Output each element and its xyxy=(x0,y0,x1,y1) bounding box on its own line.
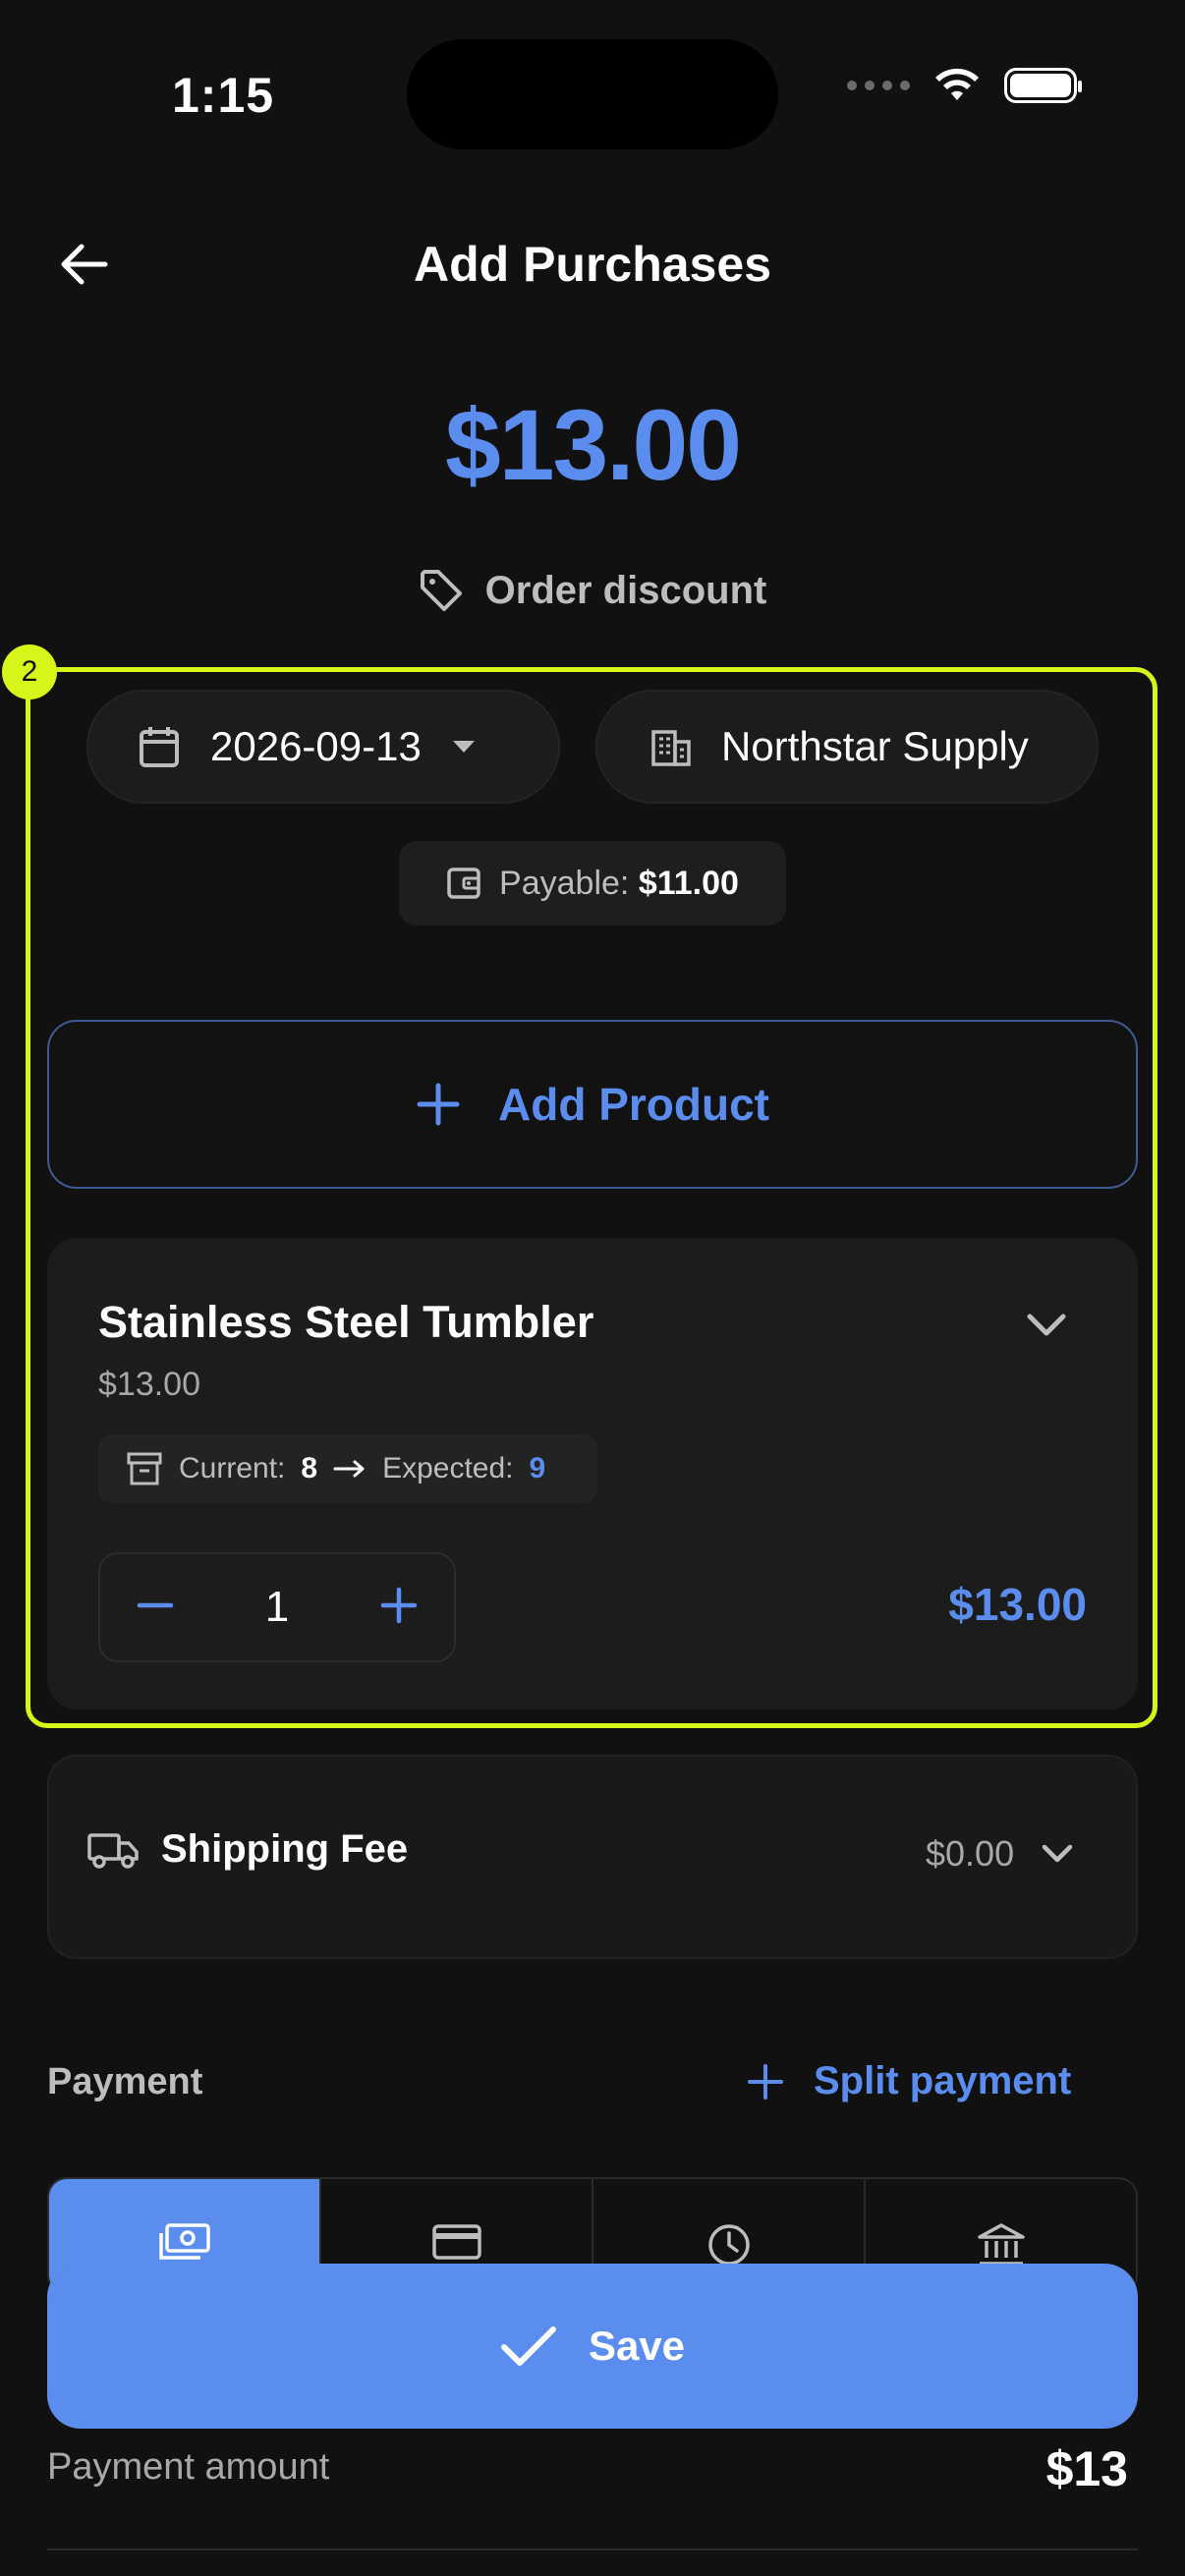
stock-current-label: Current: xyxy=(179,1452,286,1484)
product-expand-button[interactable] xyxy=(1024,1303,1069,1353)
order-discount-label: Order discount xyxy=(484,568,767,612)
save-button[interactable]: Save xyxy=(47,2264,1138,2429)
wifi-icon xyxy=(935,68,979,100)
truck-icon xyxy=(87,1832,139,1869)
split-payment-label: Split payment xyxy=(814,2059,1072,2102)
cash-icon xyxy=(158,2223,210,2260)
product-name: Stainless Steel Tumbler xyxy=(98,1297,594,1347)
wallet-icon xyxy=(447,868,480,899)
date-picker[interactable]: 2026-09-13 xyxy=(86,690,560,804)
decrement-button[interactable] xyxy=(136,1586,175,1630)
arrow-right-icon xyxy=(333,1460,365,1478)
payable-chip: Payable: $11.00 xyxy=(399,841,786,925)
save-label: Save xyxy=(588,2323,686,2369)
stock-expected-label: Expected: xyxy=(382,1452,514,1484)
shipping-fee-value-group[interactable]: $0.00 xyxy=(926,1833,1075,1875)
archive-icon xyxy=(127,1452,162,1485)
payable-amount: $11.00 xyxy=(638,864,739,902)
check-icon xyxy=(500,2326,556,2366)
divider xyxy=(47,2548,1138,2550)
stock-expected-value: 9 xyxy=(529,1452,546,1484)
tag-icon xyxy=(420,570,462,611)
quantity-stepper: 1 xyxy=(98,1552,456,1662)
status-icons xyxy=(847,67,1082,104)
stock-info: Current: 8 Expected: 9 xyxy=(98,1434,597,1503)
date-value: 2026-09-13 xyxy=(210,723,422,769)
bank-icon xyxy=(977,2223,1025,2266)
dynamic-island xyxy=(407,39,778,149)
payment-amount-label: Payment amount xyxy=(47,2446,330,2488)
split-payment-button[interactable]: Split payment xyxy=(747,2059,1071,2103)
payment-heading: Payment xyxy=(47,2061,203,2102)
product-unit-price: $13.00 xyxy=(98,1366,200,1403)
order-total: $13.00 xyxy=(445,389,742,501)
payable-text: Payable: $11.00 xyxy=(499,865,739,903)
quantity-value[interactable]: 1 xyxy=(265,1583,289,1632)
add-product-label: Add Product xyxy=(498,1079,769,1130)
shipping-fee-label: Shipping Fee xyxy=(161,1827,409,1871)
payable-label: Payable: xyxy=(499,864,630,902)
chevron-down-icon xyxy=(1042,1844,1073,1863)
minus-icon xyxy=(137,1602,174,1607)
status-time: 1:15 xyxy=(172,68,275,123)
battery-icon xyxy=(1004,68,1082,103)
increment-button[interactable] xyxy=(379,1586,419,1630)
card-icon xyxy=(431,2224,481,2260)
caret-down-icon xyxy=(452,741,475,753)
order-discount-button[interactable]: Order discount xyxy=(0,568,1185,613)
building-icon xyxy=(651,730,691,766)
line-total: $13.00 xyxy=(948,1579,1087,1630)
plus-icon xyxy=(748,2063,783,2100)
shipping-fee-title: Shipping Fee xyxy=(86,1827,408,1872)
chevron-down-icon xyxy=(1027,1314,1066,1336)
plus-icon xyxy=(380,1587,418,1623)
signal-icon xyxy=(847,81,910,90)
vendor-picker[interactable]: Northstar Supply xyxy=(595,690,1099,804)
calendar-icon xyxy=(140,727,179,767)
vendor-value: Northstar Supply xyxy=(721,723,1029,769)
stock-current-value: 8 xyxy=(301,1452,318,1484)
page-title: Add Purchases xyxy=(413,237,771,292)
highlight-badge: 2 xyxy=(2,644,57,700)
plus-icon xyxy=(417,1083,460,1126)
add-product-button[interactable]: Add Product xyxy=(47,1020,1138,1189)
clock-icon xyxy=(707,2224,750,2266)
shipping-fee-value: $0.00 xyxy=(926,1833,1015,1874)
payment-amount-value[interactable]: $13 xyxy=(1046,2440,1128,2497)
